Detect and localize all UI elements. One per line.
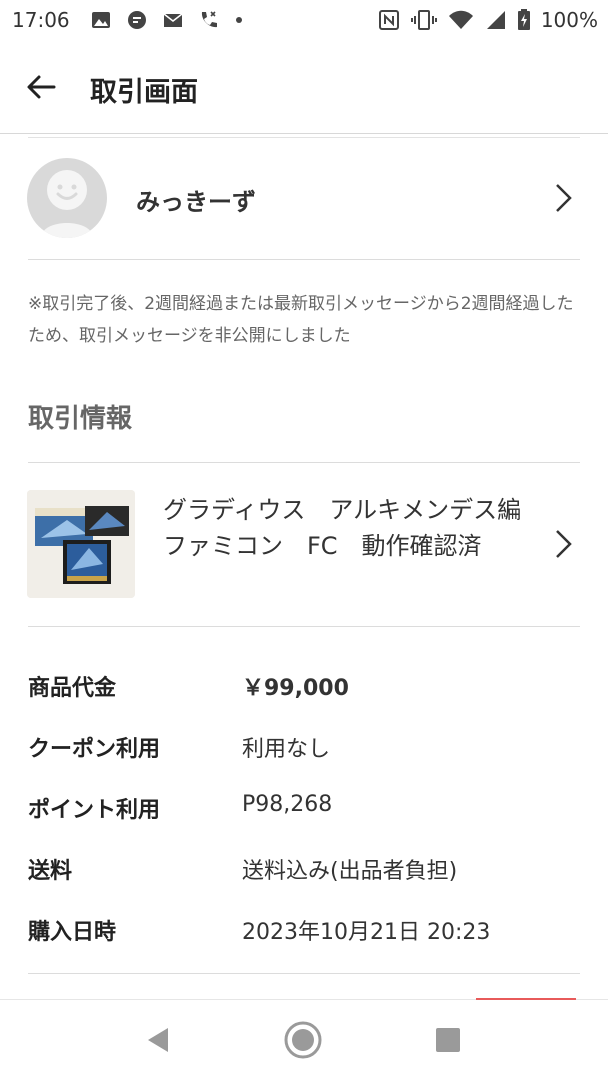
- info-row-shipping: 送料 送料込み(出品者負担): [28, 845, 580, 906]
- signal-icon: [486, 11, 505, 29]
- missed-call-icon: [201, 11, 217, 28]
- back-button[interactable]: [24, 70, 58, 104]
- product-image: [27, 490, 135, 598]
- info-row-coupon: クーポン利用 利用なし: [28, 723, 580, 784]
- user-profile-row[interactable]: みっきーず: [0, 150, 608, 258]
- divider: [28, 462, 580, 463]
- item-thumbnail: [27, 490, 135, 598]
- home-circle-icon: [284, 1021, 322, 1059]
- avatar: [27, 158, 107, 238]
- divider: [28, 626, 580, 627]
- message-notice: ※取引完了後、2週間経過または最新取引メッセージから2週間経過したため、取引メッ…: [28, 294, 574, 346]
- info-label: ポイント利用: [28, 798, 161, 823]
- item-row[interactable]: グラディウス アルキメンデス編 ファミコン FC 動作確認済: [0, 464, 608, 626]
- info-value-price: ￥99,000: [242, 676, 349, 701]
- info-label: 送料: [28, 859, 73, 884]
- section-title: 取引情報: [28, 404, 133, 434]
- info-label: クーポン利用: [28, 737, 161, 762]
- info-row-points: ポイント利用 P98,268: [28, 784, 580, 845]
- image-icon: [92, 12, 110, 28]
- default-avatar-icon: [41, 170, 93, 238]
- transaction-info-table: 商品代金 ￥99,000 クーポン利用 利用なし ポイント利用 P98,268 …: [28, 662, 580, 967]
- system-icons: 100%: [377, 8, 598, 32]
- nav-recents-button[interactable]: [428, 1020, 468, 1060]
- info-row-price: 商品代金 ￥99,000: [28, 662, 580, 723]
- system-nav-bar: [0, 1000, 608, 1080]
- page-title: 取引画面: [90, 77, 198, 108]
- chevron-right-icon: [556, 184, 572, 212]
- divider: [28, 259, 580, 260]
- vibrate-icon: [410, 10, 437, 30]
- nav-back-button[interactable]: [140, 1020, 180, 1060]
- item-title: グラディウス アルキメンデス編 ファミコン FC 動作確認済: [163, 496, 546, 560]
- nfc-icon: [378, 10, 399, 30]
- info-label: 購入日時: [28, 920, 117, 945]
- back-arrow-icon: [27, 75, 56, 99]
- mail-icon: [163, 13, 183, 27]
- info-row-purchase-date: 購入日時 2023年10月21日 20:23: [28, 906, 580, 967]
- info-value-purchase-date: 2023年10月21日 20:23: [242, 920, 491, 945]
- info-label: 商品代金: [28, 676, 117, 701]
- back-triangle-icon: [148, 1028, 168, 1052]
- user-name: みっきーず: [136, 188, 256, 216]
- dot-icon: [236, 17, 242, 23]
- info-value-shipping: 送料込み(出品者負担): [242, 859, 458, 884]
- app-bar-divider: [0, 133, 608, 134]
- content-top-divider: [28, 137, 580, 138]
- divider: [28, 973, 580, 974]
- status-time: 17:06: [12, 8, 70, 32]
- wifi-icon: [448, 10, 473, 29]
- chevron-right-icon: [556, 530, 572, 558]
- battery-icon: [517, 9, 530, 30]
- chat-icon: [128, 11, 146, 29]
- status-bar: 17:06 100%: [0, 0, 608, 42]
- nav-home-button[interactable]: [283, 1020, 323, 1060]
- recents-square-icon: [436, 1028, 460, 1052]
- info-value-coupon: 利用なし: [242, 737, 331, 762]
- battery-percentage: 100%: [540, 8, 598, 32]
- notification-icons: [90, 9, 244, 31]
- app-bar: 取引画面: [0, 42, 608, 134]
- info-value-points: P98,268: [242, 792, 333, 817]
